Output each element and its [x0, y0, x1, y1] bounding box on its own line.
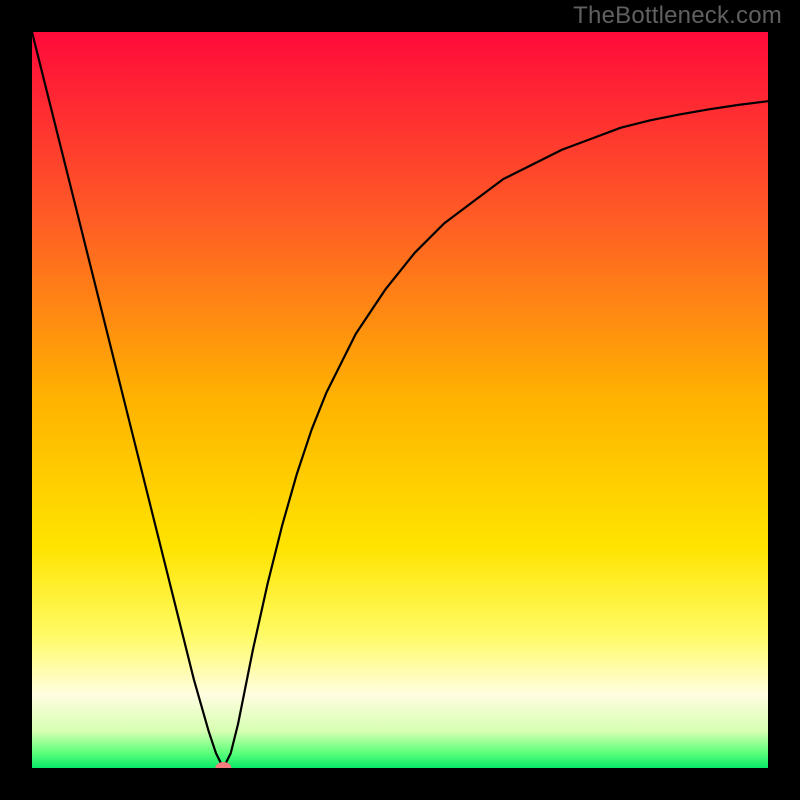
plot-area: [32, 32, 768, 768]
chart-svg: [32, 32, 768, 768]
gradient-rect: [32, 32, 768, 768]
chart-frame: TheBottleneck.com: [0, 0, 800, 800]
watermark-text: TheBottleneck.com: [573, 2, 782, 30]
